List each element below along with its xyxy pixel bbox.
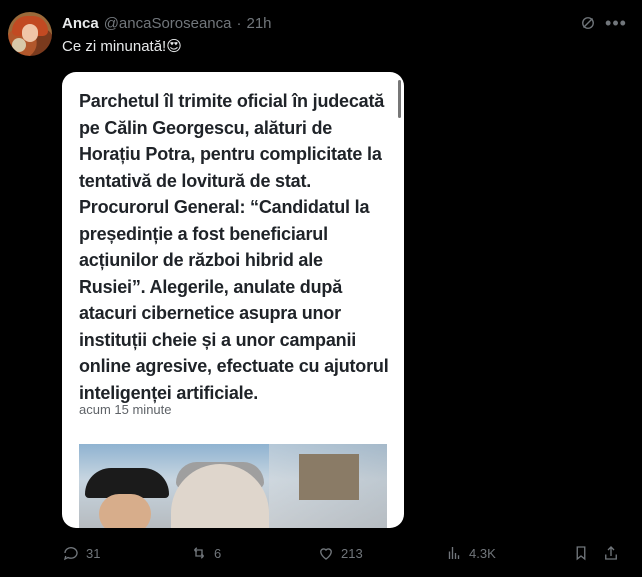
tweet-actions: 31 6 213 4.3K <box>62 540 632 566</box>
views-button[interactable]: 4.3K <box>445 544 496 562</box>
views-icon <box>448 547 460 559</box>
views-count: 4.3K <box>469 545 496 561</box>
photo-sign <box>299 454 359 500</box>
avatar[interactable] <box>8 12 52 56</box>
retweet-button[interactable]: 6 <box>190 544 221 562</box>
heart-icon <box>320 548 332 560</box>
tweet-header: Anca @ancaSoroseanca · 21h <box>62 12 272 34</box>
share-button[interactable] <box>602 544 620 562</box>
embedded-article-card[interactable]: Parchetul îl trimite oficial în judecată… <box>62 72 404 528</box>
reply-count: 31 <box>86 545 101 561</box>
avatar-face <box>22 24 38 42</box>
retweet-count: 6 <box>214 545 222 561</box>
card-scrollbar[interactable] <box>398 80 401 118</box>
tweet-text: Ce zi minunată!😍 <box>62 38 182 55</box>
avatar-dog <box>12 38 26 52</box>
like-count: 213 <box>341 545 363 561</box>
display-name[interactable]: Anca <box>62 15 99 32</box>
share-icon <box>605 546 617 560</box>
bookmark-button[interactable] <box>572 544 590 562</box>
article-time: acum 15 minute <box>79 402 172 417</box>
article-photo <box>79 444 387 528</box>
retweet-icon <box>194 547 204 559</box>
reply-button[interactable]: 31 <box>62 544 100 562</box>
timestamp[interactable]: 21h <box>247 15 272 32</box>
bookmark-icon <box>576 546 586 561</box>
user-handle[interactable]: @ancaSoroseanca <box>104 15 232 32</box>
more-icon[interactable]: ••• <box>605 12 627 34</box>
article-headline: Parchetul îl trimite oficial în judecată… <box>79 91 389 403</box>
reply-icon <box>63 547 78 561</box>
separator-dot: · <box>236 14 242 32</box>
photo-officer-face <box>99 494 151 528</box>
like-button[interactable]: 213 <box>317 544 363 562</box>
grok-icon[interactable] <box>577 12 599 34</box>
